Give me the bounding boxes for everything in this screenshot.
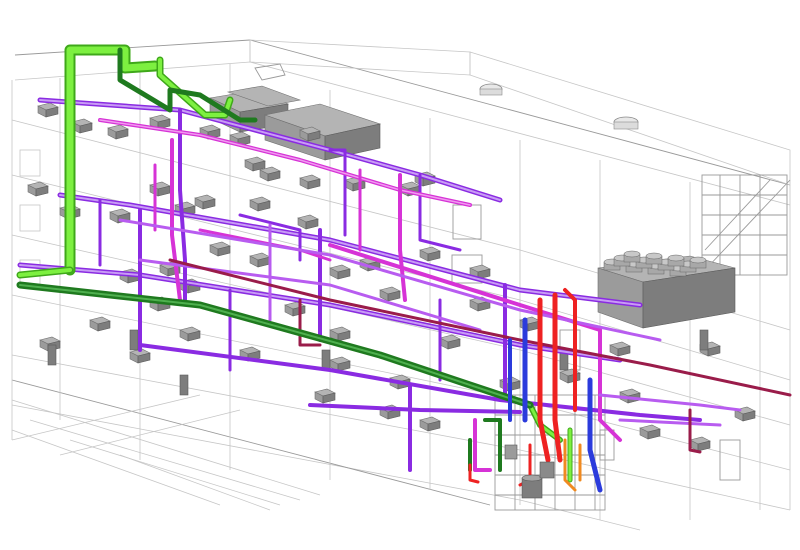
pump-icon	[521, 474, 543, 499]
wall-unit-icon	[321, 349, 331, 371]
pump-icon	[504, 444, 518, 460]
roof-hatch	[254, 63, 286, 81]
terminal-unit-icon	[89, 316, 111, 332]
terminal-unit-icon	[299, 174, 321, 190]
terminal-unit-icon	[249, 252, 271, 268]
terminal-unit-icon	[284, 301, 306, 317]
terminal-unit-icon	[419, 246, 441, 262]
terminal-unit-icon	[249, 196, 271, 212]
cooling-tower-icon	[597, 250, 736, 329]
terminal-unit-icon	[609, 341, 631, 357]
terminal-unit-icon	[314, 388, 336, 404]
terminal-unit-icon	[259, 166, 281, 182]
rooftop-unit-icon	[263, 103, 382, 161]
terminal-unit-icon	[419, 416, 441, 432]
terminal-unit-icon	[439, 334, 461, 350]
terminal-unit-icon	[244, 156, 266, 172]
cooling-tower-fan-icon	[645, 252, 663, 265]
terminal-unit-icon	[149, 181, 171, 197]
wall-unit-icon	[699, 329, 709, 351]
terminal-unit-icon	[209, 241, 231, 257]
exhaust-fan-icon	[479, 83, 503, 96]
terminal-unit-icon	[37, 102, 59, 118]
mep-model-viewport[interactable]	[0, 0, 800, 550]
terminal-unit-icon	[297, 214, 319, 230]
roof-ridge-line	[14, 39, 791, 186]
terminal-unit-icon	[179, 326, 201, 342]
ground-paving	[11, 394, 321, 511]
cooling-tower-fan-icon	[667, 254, 685, 267]
cooling-tower-fan-icon	[623, 250, 641, 263]
terminal-unit-icon	[329, 264, 351, 280]
pump-icon	[539, 461, 555, 479]
cooling-tower-fan-icon	[689, 256, 707, 269]
wall-unit-icon	[47, 344, 57, 366]
wall-unit-icon	[129, 329, 139, 351]
external-stair-grid	[701, 174, 791, 276]
terminal-unit-icon	[639, 424, 661, 440]
wall-unit-icon	[179, 374, 189, 396]
terminal-unit-icon	[379, 286, 401, 302]
mep-3d-model	[11, 39, 792, 531]
terminal-unit-icon	[689, 436, 711, 452]
exhaust-fan-icon	[613, 116, 639, 130]
terminal-unit-icon	[107, 124, 129, 140]
roof-edge-line	[14, 61, 791, 206]
terminal-unit-icon	[27, 181, 49, 197]
terminal-unit-icon	[194, 194, 216, 210]
